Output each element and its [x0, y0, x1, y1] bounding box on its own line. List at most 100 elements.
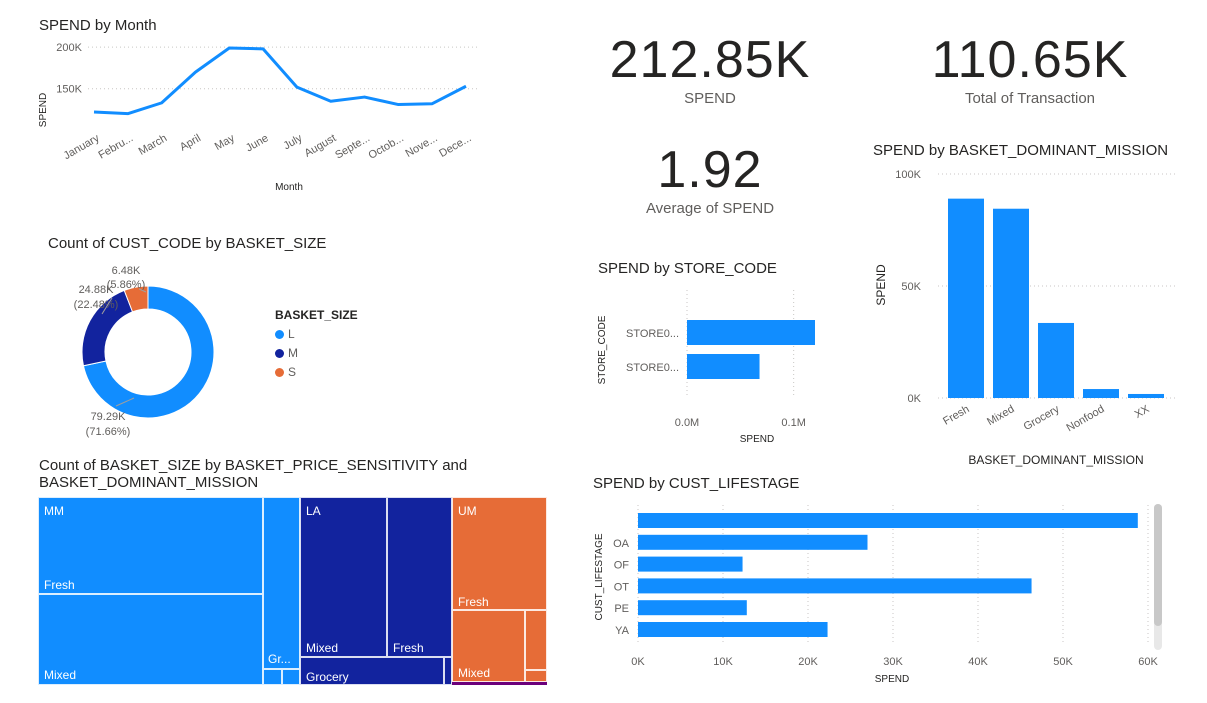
- spend-line-series[interactable]: [93, 46, 467, 116]
- spend-by-mission-chart[interactable]: 0K 50K 100K Fresh Mixed Grocery Nonfood XX SPE…: [860, 163, 1190, 468]
- treemap-cell-um-fresh[interactable]: UM Fresh: [452, 497, 547, 610]
- line-xtick-label: April: [178, 132, 203, 153]
- lifestage-category-label: YA: [615, 625, 630, 637]
- mission-bar-fresh[interactable]: [948, 198, 984, 398]
- treemap-label-mm-mixed: Mixed: [44, 668, 77, 682]
- lifestage-bar-oa[interactable]: [638, 534, 868, 550]
- mission-xtick-label: Mixed: [985, 403, 1016, 428]
- mission-xlabel: BASKET_DOMINANT_MISSION: [968, 453, 1143, 467]
- line-ytick-label: 150K: [56, 84, 82, 96]
- treemap-cell-mm-small-a[interactable]: [263, 669, 282, 685]
- line-xtick-label: May: [213, 132, 237, 153]
- legend-label-m: M: [288, 346, 298, 360]
- treemap-cell-la-small[interactable]: [444, 657, 452, 685]
- legend-dot-l: [275, 329, 284, 339]
- lifestage-xtick-label: 40K: [968, 656, 988, 668]
- line-xtick-label: Septe...: [333, 132, 372, 161]
- kpi-average-spend-label: Average of SPEND: [645, 200, 775, 217]
- treemap-cell-um-small-a[interactable]: [525, 610, 547, 670]
- store-bar-1[interactable]: [687, 320, 815, 345]
- basket-size-donut-chart[interactable]: 6.48K(5.86%)24.88K(22.48%)79.29K(71.66%): [40, 258, 270, 448]
- mission-bar-grocery[interactable]: [1038, 322, 1074, 398]
- mission-bar-xx[interactable]: [1128, 393, 1164, 398]
- line-xtick-label: January: [62, 132, 102, 162]
- store-xtick-label: 0.0M: [675, 417, 699, 429]
- treemap-cell-um-small-b[interactable]: [525, 670, 547, 682]
- treemap-cell-um-mixed[interactable]: Mixed: [452, 610, 525, 682]
- treemap-title-line2: BASKET_DOMINANT_MISSION: [39, 474, 259, 491]
- line-xtick-label: Octob...: [366, 132, 405, 162]
- legend-item-l[interactable]: L: [275, 327, 358, 341]
- lifestage-bar-blank[interactable]: [638, 513, 1138, 528]
- treemap-cell-la-fresh[interactable]: Fresh: [387, 497, 452, 657]
- mission-xtick-label: XX: [1133, 403, 1152, 421]
- kpi-transactions[interactable]: 110.65K Total of Transaction: [910, 30, 1150, 107]
- treemap-cell-la-mixed[interactable]: LA Mixed: [300, 497, 387, 657]
- treemap-group-label-mm: MM: [44, 504, 64, 518]
- basket-size-legend-title: BASKET_SIZE: [275, 308, 358, 322]
- spend-by-month-chart[interactable]: 150K 200K JanuaryFebru... March April May Jun…: [30, 38, 490, 203]
- lifestage-ylabel: CUST_LIFESTAGE: [594, 533, 605, 620]
- store-bar-2[interactable]: [687, 354, 760, 379]
- legend-item-s[interactable]: S: [275, 365, 358, 379]
- line-xtick-label: June: [244, 132, 271, 154]
- kpi-average-spend[interactable]: 1.92 Average of SPEND: [600, 140, 820, 217]
- spend-by-store-chart[interactable]: STORE0... STORE0... 0.0M 0.1M STORE_CODE S…: [590, 285, 850, 450]
- lifestage-xtick-label: 10K: [713, 656, 733, 668]
- lifestage-bar-of[interactable]: [638, 556, 743, 572]
- lifestage-xlabel: SPEND: [875, 674, 909, 685]
- treemap-cell-mm-grocery[interactable]: Gr...: [263, 497, 300, 669]
- lifestage-scrollbar-thumb[interactable]: [1154, 504, 1162, 626]
- donut-value-label-l: 79.29K: [91, 411, 127, 423]
- kpi-spend-value: 212.85K: [609, 31, 811, 89]
- store-xtick-label: 0.1M: [781, 417, 805, 429]
- treemap-cell-other[interactable]: [452, 682, 547, 685]
- line-xtick-label: August: [303, 132, 339, 160]
- treemap-chart[interactable]: MM Fresh Mixed Gr... LA Mixed Fresh Groc…: [38, 497, 547, 685]
- lifestage-bar-ot[interactable]: [638, 578, 1032, 594]
- store-code-ylabel: STORE_CODE: [597, 315, 608, 384]
- mission-ytick-label: 100K: [895, 169, 921, 181]
- line-xtick-label: Febru...: [96, 132, 135, 161]
- treemap-cell-mm-fresh[interactable]: MM Fresh: [38, 497, 263, 594]
- treemap-cell-mm-small-b[interactable]: [282, 669, 300, 685]
- treemap-title-line1: Count of BASKET_SIZE by BASKET_PRICE_SEN…: [39, 457, 468, 474]
- mission-xtick-label: Nonfood: [1064, 403, 1106, 434]
- store-code-title: SPEND by STORE_CODE: [598, 260, 777, 277]
- line-xtick-label: March: [137, 132, 169, 158]
- kpi-transactions-label: Total of Transaction: [964, 90, 1096, 107]
- mission-bar-nonfood[interactable]: [1083, 389, 1119, 398]
- treemap-label-um-fresh: Fresh: [458, 595, 489, 609]
- donut-value-label-s: 6.48K: [112, 265, 141, 277]
- lifestage-category-label: OF: [614, 560, 630, 572]
- legend-item-m[interactable]: M: [275, 346, 358, 360]
- spend-by-lifestage-chart[interactable]: OA OF OT PE YA 0K 10K 20K 30K 40K 50K 60K CUST_LIF…: [590, 500, 1170, 690]
- mission-ytick-label: 0K: [908, 393, 922, 405]
- treemap-label-mm-grocery: Gr...: [268, 652, 291, 666]
- mission-title: SPEND by BASKET_DOMINANT_MISSION: [873, 142, 1169, 159]
- lifestage-category-label: OA: [613, 538, 630, 550]
- basket-size-title: Count of CUST_CODE by BASKET_SIZE: [48, 235, 327, 252]
- lifestage-xtick-label: 60K: [1138, 656, 1158, 668]
- line-xtick-label: Nove...: [403, 132, 439, 160]
- treemap-title: Count of BASKET_SIZE by BASKET_PRICE_SEN…: [39, 457, 467, 491]
- store-category-label: STORE0...: [626, 328, 679, 340]
- lifestage-category-label: OT: [614, 581, 630, 593]
- lifestage-bar-ya[interactable]: [638, 622, 828, 637]
- mission-ytick-label: 50K: [901, 281, 921, 293]
- lifestage-xtick-label: 0K: [631, 656, 645, 668]
- mission-bar-mixed[interactable]: [993, 208, 1029, 398]
- lifestage-xtick-label: 50K: [1053, 656, 1073, 668]
- kpi-spend[interactable]: 212.85K SPEND: [600, 30, 820, 107]
- legend-label-l: L: [288, 327, 295, 341]
- legend-dot-m: [275, 348, 284, 358]
- lifestage-xtick-label: 20K: [798, 656, 818, 668]
- treemap-cell-la-grocery[interactable]: Grocery: [300, 657, 444, 685]
- lifestage-title: SPEND by CUST_LIFESTAGE: [593, 475, 800, 492]
- treemap-label-la-grocery: Grocery: [306, 670, 349, 684]
- treemap-group-label-um: UM: [458, 504, 477, 518]
- treemap-cell-mm-mixed[interactable]: Mixed: [38, 594, 263, 685]
- treemap-label-la-fresh: Fresh: [393, 641, 424, 655]
- store-category-label: STORE0...: [626, 362, 679, 374]
- lifestage-bar-pe[interactable]: [638, 600, 747, 616]
